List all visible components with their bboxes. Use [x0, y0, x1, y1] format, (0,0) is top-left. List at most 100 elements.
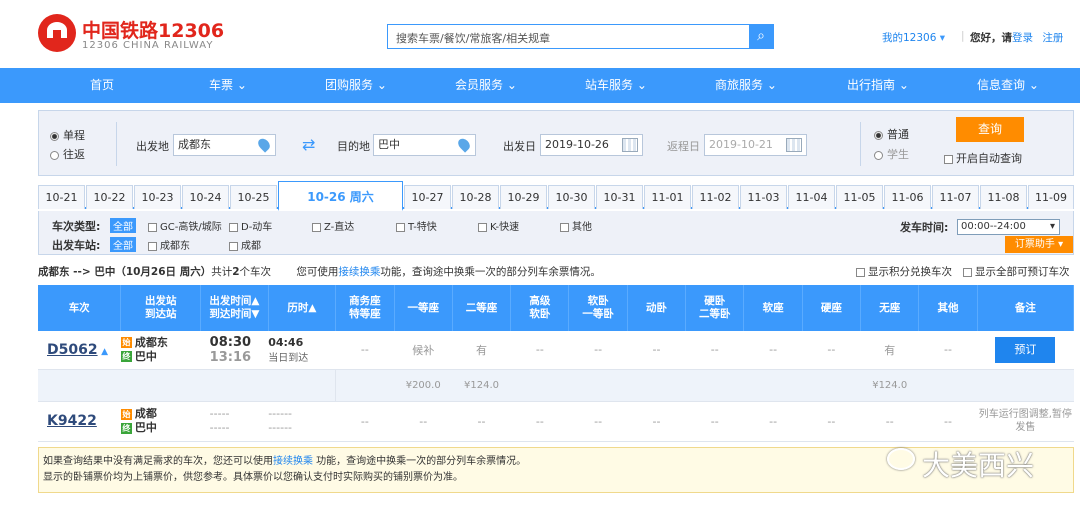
nav-guide[interactable]: 出行指南 ⌄ [838, 68, 918, 103]
to-station-input[interactable]: 巴中 [373, 134, 476, 156]
all-bookable-checkbox[interactable]: 显示全部可预订车次 [963, 264, 1070, 279]
type-other-checkbox[interactable]: 其他 [560, 218, 592, 233]
price-cell [568, 369, 628, 402]
nav-group[interactable]: 团购服务 ⌄ [316, 68, 396, 103]
calendar-icon[interactable] [786, 138, 802, 152]
roundtrip-radio[interactable]: 往返 [50, 146, 85, 162]
tab-date[interactable]: 11-05 [836, 185, 883, 209]
nav-member[interactable]: 会员服务 ⌄ [446, 68, 526, 103]
transfer-link[interactable]: 接续换乘 [273, 456, 313, 467]
expand-arrow-icon[interactable]: ▲ [101, 347, 108, 357]
tab-date[interactable]: 11-06 [884, 185, 931, 209]
duration: ------ [268, 407, 293, 420]
notice-line-2: 显示的卧铺票价均为上铺票价，供您参考。具体票价以您确认支付时实际购买的铺别票价为… [43, 472, 463, 483]
login-link[interactable]: 登录 [1012, 32, 1033, 44]
oneway-radio[interactable]: 单程 [50, 127, 85, 143]
tab-date[interactable]: 10-22 [86, 185, 133, 209]
col-duration[interactable]: 历时▲ [268, 285, 337, 331]
tab-date-active[interactable]: 10-26 周六 [278, 181, 403, 211]
tab-date[interactable]: 11-03 [740, 185, 787, 209]
swap-stations-icon[interactable]: ⇄ [302, 135, 315, 154]
depart-time-select[interactable]: 00:00--24:00 ▾ [957, 219, 1060, 235]
tab-date[interactable]: 11-02 [692, 185, 739, 209]
seat-cell-available[interactable]: 有 [452, 331, 511, 370]
tab-date[interactable]: 10-31 [596, 185, 643, 209]
seat-cell: -- [860, 401, 919, 442]
type-k-checkbox[interactable]: K-快速 [478, 218, 519, 233]
return-date-input[interactable]: 2019-10-21 [704, 134, 807, 156]
station-all-button[interactable]: 全部 [110, 237, 136, 252]
route-count-prefix: 共计 [211, 266, 233, 278]
depart-date-input[interactable]: 2019-10-26 [540, 134, 643, 156]
tab-date[interactable]: 10-30 [548, 185, 595, 209]
duration-cell: 04:46 当日到达 [268, 331, 336, 370]
tab-date[interactable]: 10-23 [134, 185, 181, 209]
type-all-button[interactable]: 全部 [110, 218, 136, 233]
train-code[interactable]: D5062 [47, 342, 98, 358]
tab-date[interactable]: 10-24 [182, 185, 229, 209]
station-chengdudong-checkbox[interactable]: 成都东 [148, 237, 190, 252]
seat-cell: -- [685, 401, 744, 442]
tab-date[interactable]: 11-08 [980, 185, 1027, 209]
nav-info[interactable]: 信息查询 ⌄ [968, 68, 1048, 103]
query-button[interactable]: 查询 [956, 117, 1024, 142]
book-button[interactable]: 预订 [995, 336, 1056, 363]
search-input[interactable]: 搜索车票/餐饮/常旅客/相关规章 [396, 30, 550, 46]
col-times[interactable]: 出发时间▲ 到达时间▼ [200, 285, 269, 331]
nav-home[interactable]: 首页 [70, 68, 134, 103]
logo-title[interactable]: 中国铁路12306 [82, 16, 224, 43]
duration-cell: ------ ------ [268, 401, 336, 442]
tab-date[interactable]: 10-25 [230, 185, 277, 209]
tab-date[interactable]: 11-07 [932, 185, 979, 209]
from-station-input[interactable]: 成都东 [173, 134, 276, 156]
tab-date[interactable]: 10-29 [500, 185, 547, 209]
col-stations[interactable]: 出发站 到达站 [120, 285, 202, 331]
train-code[interactable]: K9422 [47, 413, 97, 429]
times-cell: 08:30 13:16 [200, 331, 269, 370]
col-soft-sleeper: 软卧 一等卧 [568, 285, 628, 331]
tab-date[interactable]: 10-27 [404, 185, 451, 209]
type-gc-checkbox[interactable]: GC-高铁/城际 [148, 218, 222, 233]
train-code-cell[interactable]: K9422 [38, 401, 121, 442]
tab-date[interactable]: 10-21 [38, 185, 85, 209]
type-d-checkbox[interactable]: D-动车 [229, 218, 272, 233]
my12306-link[interactable]: 我的12306 ▾ [882, 30, 945, 45]
points-only-checkbox[interactable]: 显示积分兑换车次 [856, 264, 952, 279]
seat-cell: -- [568, 401, 628, 442]
railway-logo-icon[interactable] [38, 14, 76, 52]
site-search[interactable]: 搜索车票/餐饮/常旅客/相关规章 ⌕ [387, 24, 774, 49]
auto-query-checkbox[interactable]: 开启自动查询 [944, 150, 1022, 166]
search-icon[interactable]: ⌕ [749, 25, 773, 48]
seat-cell-available[interactable]: 有 [860, 331, 919, 370]
register-link[interactable]: 注册 [1042, 32, 1063, 44]
type-z-checkbox[interactable]: Z-直达 [312, 218, 354, 233]
nav-station[interactable]: 站车服务 ⌄ [576, 68, 656, 103]
price-cell [743, 369, 803, 402]
start-station-icon: 始 [120, 337, 132, 349]
table-row: K9422 始成都终巴中 ----- ----- ------ ------ -- … [38, 401, 1074, 442]
station-chengdu-checkbox[interactable]: 成都 [229, 237, 261, 252]
calendar-icon[interactable] [622, 138, 638, 152]
tab-date[interactable]: 10-28 [452, 185, 499, 209]
normal-ticket-radio[interactable]: 普通 [874, 126, 909, 142]
col-no-seat: 无座 [860, 285, 920, 331]
stations-cell: 始成都终巴中 [120, 401, 201, 442]
table-row: D5062 ▲ 始成都东终巴中 08:30 13:16 04:46 当日到达 -- … [38, 331, 1074, 370]
tab-date[interactable]: 11-04 [788, 185, 835, 209]
price-cell [685, 369, 744, 402]
nav-tickets[interactable]: 车票 ⌄ [196, 68, 260, 103]
tab-date[interactable]: 11-09 [1028, 185, 1074, 209]
type-t-checkbox[interactable]: T-特快 [396, 218, 437, 233]
seat-cell-waitlist[interactable]: 候补 [394, 331, 453, 370]
price-cell: ¥200.0 [394, 369, 453, 402]
seat-cell: -- [510, 331, 569, 370]
seat-cell: -- [918, 401, 978, 442]
student-ticket-radio[interactable]: 学生 [874, 146, 909, 162]
train-code-cell[interactable]: D5062 ▲ [38, 331, 121, 370]
tab-date[interactable]: 11-01 [644, 185, 691, 209]
nav-business[interactable]: 商旅服务 ⌄ [706, 68, 786, 103]
notice-box: 如果查询结果中没有满足需求的车次，您还可以使用接续换乘 功能，查询途中换乘一次的… [38, 447, 1074, 493]
transfer-link[interactable]: 接续换乘 [338, 266, 380, 278]
return-label: 返程日 [667, 140, 700, 153]
booking-helper-button[interactable]: 订票助手 ▾ [1005, 236, 1073, 253]
